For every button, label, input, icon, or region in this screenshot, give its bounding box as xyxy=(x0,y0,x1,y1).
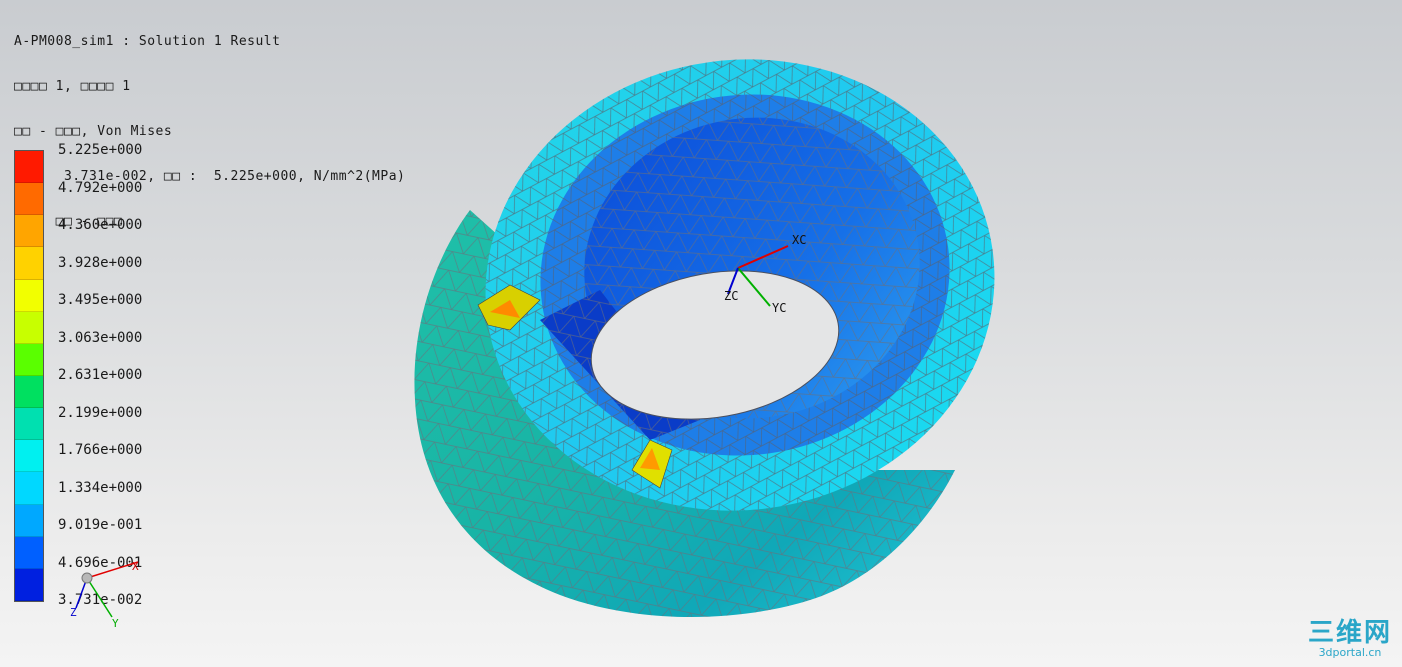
view-triad-z-label: Z xyxy=(70,606,77,619)
watermark-brand: 三维网 xyxy=(1307,618,1392,648)
fea-mesh-model[interactable]: XC YC ZC X Y Z xyxy=(0,0,1402,667)
triad-x-label: XC xyxy=(792,233,806,247)
graphics-viewport[interactable]: A-PM008_sim1 : Solution 1 Result □□□□ 1,… xyxy=(0,0,1402,667)
view-triad-y-label: Y xyxy=(112,617,119,630)
site-watermark: 三维网 3dportal.cn xyxy=(1308,619,1392,659)
view-orientation-triad: X Y Z xyxy=(70,560,139,630)
view-triad-x-label: X xyxy=(132,560,139,573)
triad-z-label: ZC xyxy=(724,289,738,303)
watermark-site: 3dportal.cn xyxy=(1318,646,1382,659)
triad-y-label: YC xyxy=(772,301,786,315)
